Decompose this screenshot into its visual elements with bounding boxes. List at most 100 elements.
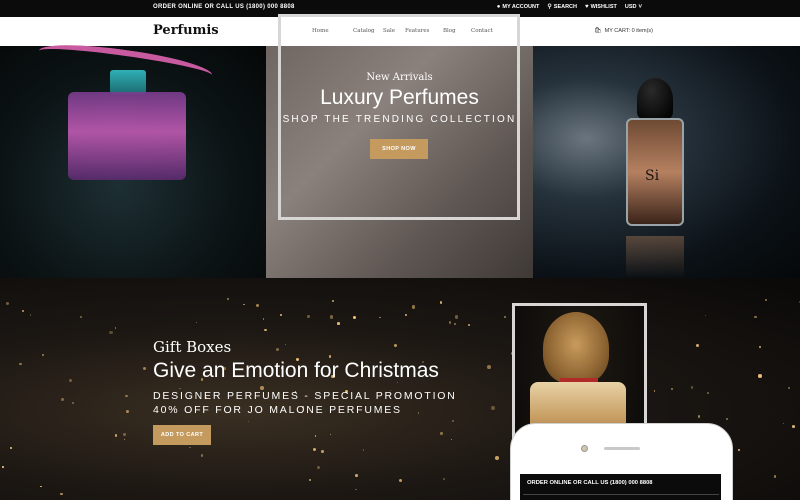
bokeh-light: [362, 449, 365, 451]
bokeh-light: [737, 448, 741, 451]
bokeh-light: [495, 456, 500, 460]
bokeh-light: [329, 315, 334, 319]
bokeh-light: [352, 315, 356, 319]
bokeh-light: [454, 315, 459, 319]
bokeh-light: [264, 328, 267, 332]
site-logo[interactable]: Perfumis: [153, 23, 219, 38]
bokeh-light: [337, 322, 340, 325]
my-account-link[interactable]: ● MY ACCOUNT: [497, 4, 540, 10]
bokeh-light: [504, 316, 507, 319]
shop-now-button[interactable]: SHOP NOW: [370, 139, 428, 159]
bokeh-light: [773, 475, 777, 478]
bokeh-light: [329, 434, 331, 436]
bokeh-light: [782, 422, 784, 424]
bokeh-light: [452, 420, 455, 422]
bokeh-light: [704, 314, 707, 316]
top-links: ● MY ACCOUNT ⚲ SEARCH ♥ WISHLIST USD ˅: [497, 4, 642, 10]
bokeh-light: [758, 374, 763, 379]
bokeh-light: [60, 492, 63, 495]
camera-icon: [581, 445, 588, 452]
user-icon: ●: [496, 4, 501, 10]
bokeh-light: [321, 449, 325, 453]
bokeh-light: [247, 421, 249, 423]
order-phone-text: ORDER ONLINE OR CALL US (1800) 000 8808: [153, 4, 295, 10]
bokeh-light: [243, 303, 245, 306]
search-label: SEARCH: [553, 4, 578, 10]
cart-label: MY CART: 0 item(s): [604, 28, 654, 34]
wishlist-link[interactable]: ♥ WISHLIST: [585, 4, 617, 10]
bokeh-light: [355, 489, 357, 491]
perfume-bottle-pink: [68, 92, 186, 180]
currency-select[interactable]: USD ˅: [625, 4, 642, 10]
perfume-bottle-cap: [110, 70, 146, 94]
bokeh-light: [125, 394, 128, 397]
bokeh-light: [788, 387, 790, 389]
bokeh-light: [69, 378, 72, 382]
bokeh-light: [317, 466, 320, 470]
bokeh-light: [399, 479, 403, 483]
bokeh-light: [262, 318, 264, 320]
bokeh-light: [307, 315, 311, 319]
bokeh-light: [201, 454, 204, 457]
wishlist-label: WISHLIST: [590, 4, 617, 10]
bokeh-light: [695, 343, 699, 347]
bokeh-light: [29, 314, 32, 316]
bottle-reflection: [626, 236, 684, 278]
bokeh-light: [791, 425, 795, 428]
promo-subtitle: Gift Boxes: [153, 338, 232, 356]
hero-tagline: SHOP THE TRENDING COLLECTION: [282, 114, 517, 125]
bokeh-light: [2, 466, 4, 468]
cart-link[interactable]: 🛍 MY CART: 0 item(s): [594, 28, 653, 34]
bokeh-light: [726, 417, 729, 420]
bokeh-light: [691, 386, 694, 389]
bokeh-light: [6, 301, 10, 305]
bokeh-light: [670, 388, 674, 391]
promo-caption: Gift Boxes Give an Emotion for Christmas…: [153, 338, 483, 417]
ornate-bottle-cap: [543, 312, 609, 384]
search-link[interactable]: ⚲ SEARCH: [547, 4, 577, 10]
chevron-down-icon: ˅: [638, 4, 642, 10]
speaker-icon: [604, 447, 640, 450]
bokeh-light: [355, 474, 358, 477]
bokeh-light: [72, 401, 75, 405]
bokeh-light: [765, 299, 767, 302]
bokeh-light: [468, 324, 471, 327]
bokeh-light: [19, 362, 22, 366]
bokeh-light: [758, 346, 761, 348]
bokeh-light: [196, 322, 198, 324]
bokeh-light: [79, 315, 83, 319]
bokeh-light: [189, 446, 192, 449]
bokeh-light: [405, 313, 408, 317]
currency-label: USD: [624, 4, 637, 10]
phone-screen: [520, 474, 721, 500]
bokeh-light: [379, 316, 382, 319]
bokeh-light: [491, 406, 495, 410]
bokeh-light: [115, 327, 117, 329]
bokeh-light: [227, 298, 230, 301]
my-account-label: MY ACCOUNT: [502, 4, 540, 10]
bag-icon: 🛍: [594, 28, 602, 34]
hero-caption: New Arrivals Luxury Perfumes SHOP THE TR…: [266, 72, 533, 125]
bokeh-light: [10, 447, 12, 449]
bokeh-light: [487, 364, 492, 369]
search-icon: ⚲: [547, 4, 552, 10]
promo-title: Give an Emotion for Christmas: [153, 359, 439, 382]
bokeh-light: [41, 353, 45, 357]
bokeh-light: [697, 415, 701, 418]
bokeh-light: [61, 397, 65, 401]
bokeh-light: [40, 485, 42, 488]
bokeh-light: [314, 435, 317, 437]
bokeh-light: [754, 315, 758, 319]
bokeh-light: [440, 432, 443, 435]
bokeh-light: [411, 305, 416, 309]
bokeh-light: [439, 301, 442, 304]
bokeh-light: [453, 322, 457, 326]
hero-title: Luxury Perfumes: [320, 86, 479, 109]
bokeh-light: [126, 410, 130, 414]
phone-order-text: ORDER ONLINE OR CALL US (1800) 000 8808: [527, 480, 653, 486]
bokeh-light: [123, 439, 125, 441]
add-to-cart-button[interactable]: ADD TO CART: [153, 425, 211, 445]
bokeh-light: [109, 330, 113, 335]
bokeh-light: [653, 390, 656, 392]
bokeh-light: [451, 439, 453, 441]
